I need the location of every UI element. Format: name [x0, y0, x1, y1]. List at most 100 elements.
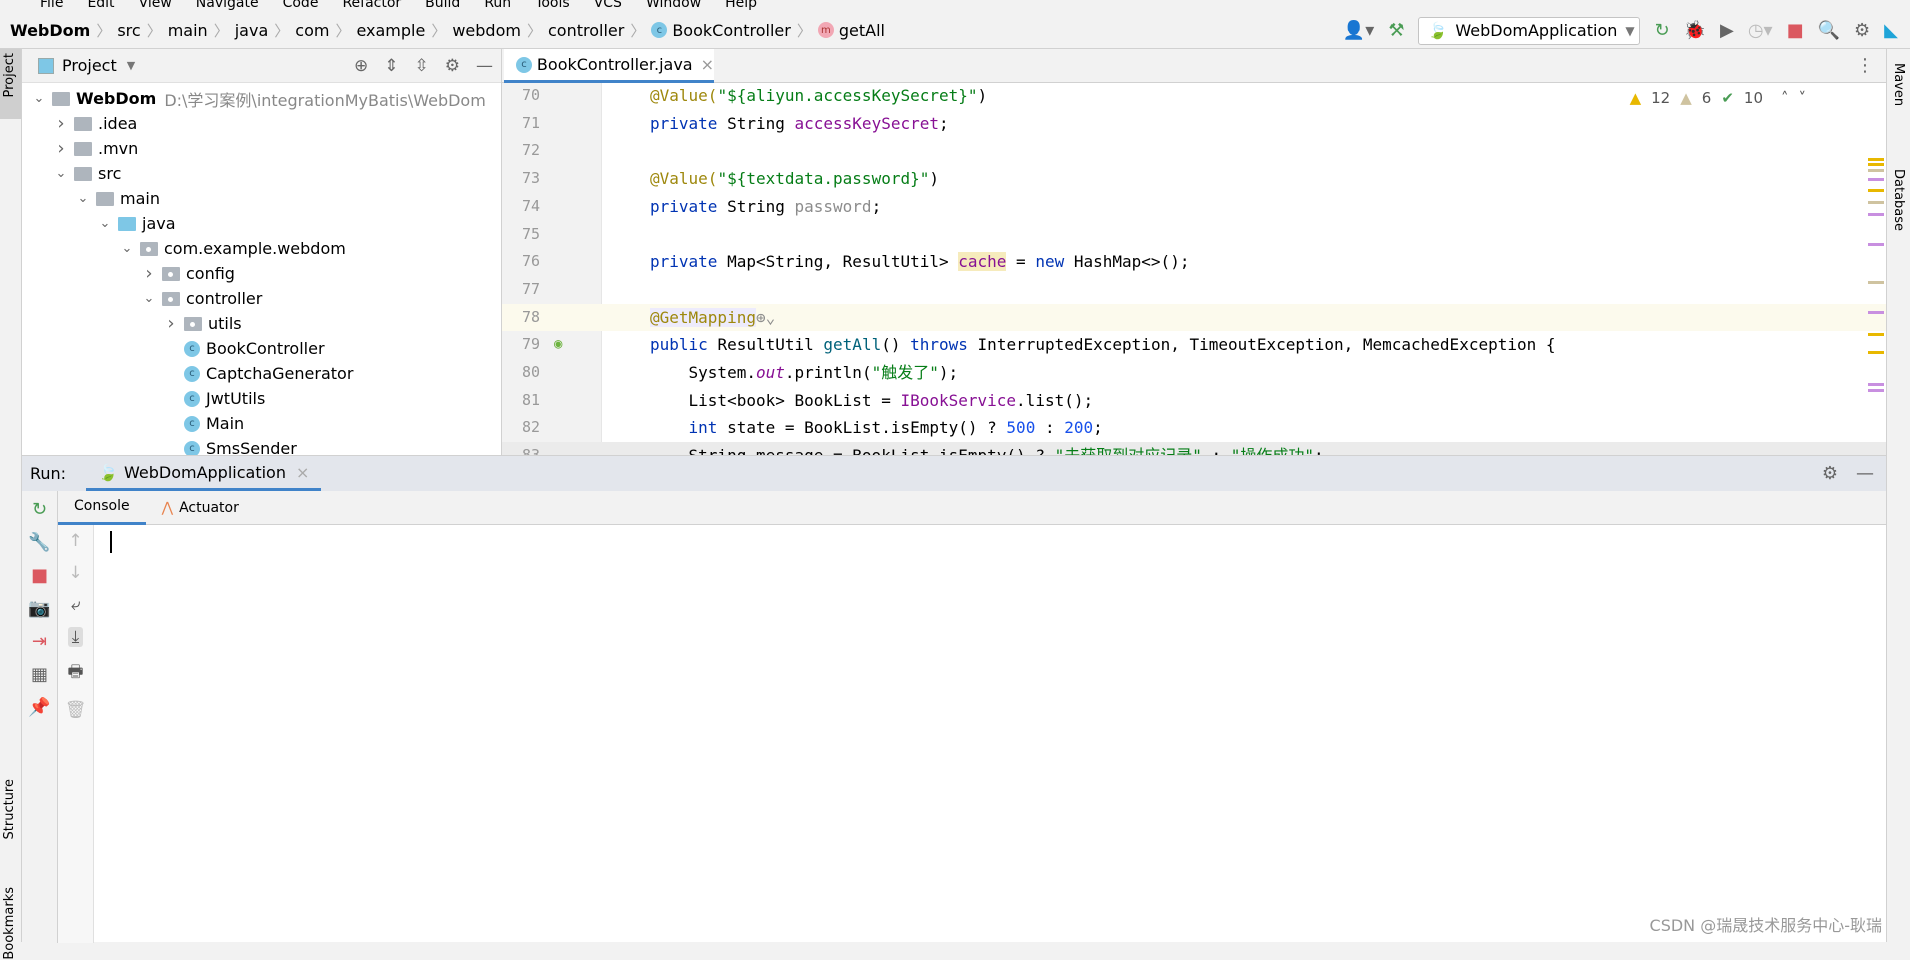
gear-icon[interactable]: ⚙	[1854, 20, 1870, 41]
code-line[interactable]: 75	[502, 221, 1886, 249]
arrow-up-icon[interactable]: ↑	[68, 531, 82, 551]
breadcrumb-item[interactable]: main	[168, 21, 208, 40]
code-line[interactable]: 77	[502, 276, 1886, 304]
menu-item-view[interactable]: View	[139, 0, 172, 11]
chevron-down-icon[interactable]: ˅	[1799, 89, 1807, 107]
code-line[interactable]: 82 int state = BookList.isEmpty() ? 500 …	[502, 414, 1886, 442]
tree-item[interactable]: ⌄ controller	[22, 286, 501, 311]
error-stripe-mark[interactable]	[1868, 389, 1884, 392]
database-tool-button[interactable]: Database	[1891, 169, 1906, 231]
stop-icon[interactable]: ■	[1787, 20, 1804, 41]
profiler-icon[interactable]: ◷▾	[1748, 20, 1773, 41]
tab-console[interactable]: Console	[58, 491, 146, 525]
search-icon[interactable]: 🔍	[1818, 20, 1840, 41]
arrow-down-icon[interactable]: ↓	[68, 563, 82, 583]
close-icon[interactable]: ×	[701, 55, 714, 74]
error-stripe-mark[interactable]	[1868, 243, 1884, 246]
chevron-up-icon[interactable]: ˄	[1781, 89, 1789, 107]
gear-icon[interactable]: ⚙	[445, 56, 460, 76]
chevron-down-icon[interactable]: ⌄	[74, 191, 92, 206]
error-stripe-mark[interactable]	[1868, 383, 1884, 386]
tree-item[interactable]: ⌄ src	[22, 161, 501, 186]
rerun-icon[interactable]: ↻	[1654, 20, 1669, 41]
tree-item[interactable]: › utils	[22, 311, 501, 336]
code-line[interactable]: 73 @Value("${textdata.password}")	[502, 165, 1886, 193]
breadcrumb-item[interactable]: controller	[548, 21, 624, 40]
structure-tool-button[interactable]: Structure	[2, 779, 17, 839]
tree-item[interactable]: ⌄ java	[22, 211, 501, 236]
error-stripe-mark[interactable]	[1868, 311, 1884, 314]
chevron-right-icon[interactable]: ›	[52, 113, 70, 134]
chevron-down-icon[interactable]: ⌄	[52, 166, 70, 181]
menu-item-window[interactable]: Window	[646, 0, 701, 11]
code-line[interactable]: 72	[502, 137, 1886, 165]
camera-icon[interactable]: 📷	[28, 598, 50, 619]
chevron-right-icon[interactable]: ›	[140, 263, 158, 284]
menu-item-vcs[interactable]: VCS	[594, 0, 622, 11]
gear-icon[interactable]: ⚙	[1822, 463, 1838, 484]
chevron-down-icon[interactable]: ⌄	[30, 91, 48, 106]
error-stripe[interactable]	[1864, 83, 1886, 455]
code-line[interactable]: 71 private String accessKeySecret;	[502, 110, 1886, 138]
scroll-to-end-icon[interactable]: ⤓	[67, 627, 84, 647]
error-stripe-mark[interactable]	[1868, 201, 1884, 204]
plugin-logo-icon[interactable]: ◣	[1884, 20, 1898, 41]
tree-item[interactable]: › config	[22, 261, 501, 286]
tree-item[interactable]: c JwtUtils	[22, 386, 501, 411]
breadcrumb-item[interactable]: c BookController	[651, 21, 791, 40]
tree-item[interactable]: ⌄ WebDom D:\学习案例\integrationMyBatis\WebDom	[22, 86, 501, 111]
coverage-icon[interactable]: ▶	[1720, 20, 1734, 41]
error-stripe-mark[interactable]	[1868, 169, 1884, 172]
error-stripe-mark[interactable]	[1868, 333, 1884, 336]
breadcrumb-item[interactable]: src	[117, 21, 140, 40]
maven-tool-button[interactable]: Maven	[1891, 63, 1906, 106]
debug-bug-icon[interactable]: 🐞	[1684, 20, 1706, 41]
expand-all-icon[interactable]: ⇕	[384, 56, 398, 76]
breadcrumb-item[interactable]: m getAll	[817, 21, 885, 40]
code-line[interactable]: 83 String message = BookList.isEmpty() ?…	[502, 442, 1886, 455]
code-line[interactable]: 74 private String password;	[502, 193, 1886, 221]
wrench-icon[interactable]: 🔧	[28, 532, 50, 553]
tab-actuator[interactable]: ⋀ Actuator	[146, 491, 255, 525]
trash-icon[interactable]: 🗑	[65, 700, 87, 720]
error-stripe-mark[interactable]	[1868, 178, 1884, 181]
chevron-down-icon[interactable]: ▼	[127, 59, 135, 72]
user-icon[interactable]: 👤▾	[1343, 20, 1374, 41]
build-hammer-icon[interactable]: ⚒	[1388, 20, 1404, 41]
breadcrumb-item[interactable]: webdom	[452, 21, 521, 40]
error-stripe-mark[interactable]	[1868, 158, 1884, 161]
chevron-right-icon[interactable]: ›	[162, 313, 180, 334]
stop-icon[interactable]: ■	[31, 565, 48, 586]
tree-item[interactable]: ⌄ com.example.webdom	[22, 236, 501, 261]
tree-item[interactable]: c CaptchaGenerator	[22, 361, 501, 386]
error-stripe-mark[interactable]	[1868, 213, 1884, 216]
minimize-icon[interactable]: —	[476, 56, 493, 76]
chevron-right-icon[interactable]: ›	[52, 138, 70, 159]
spring-endpoint-icon[interactable]: ◉	[554, 331, 562, 359]
console-output[interactable]	[94, 525, 1886, 942]
print-icon[interactable]: 🖶	[67, 659, 83, 688]
error-stripe-mark[interactable]	[1868, 163, 1884, 166]
code-area[interactable]: 70 @Value("${aliyun.accessKeySecret}") 71 p…	[502, 83, 1886, 455]
menu-item-tools[interactable]: Tools	[535, 0, 570, 11]
layout-icon[interactable]: ▦	[31, 664, 48, 685]
menu-item-code[interactable]: Code	[283, 0, 319, 11]
bookmarks-tool-button[interactable]: Bookmarks	[2, 887, 17, 960]
chevron-down-icon[interactable]: ⌄	[96, 216, 114, 231]
tree-item[interactable]: › .mvn	[22, 136, 501, 161]
collapse-all-icon[interactable]: ⇳	[415, 56, 429, 76]
menu-item-edit[interactable]: Edit	[87, 0, 114, 11]
inspection-widget[interactable]: ▲ 12 ▲ 6 ✔ 10 ˄ ˅	[1630, 89, 1806, 107]
minimize-icon[interactable]: —	[1856, 463, 1874, 484]
code-line[interactable]: 81 List<book> BookList = IBookService.li…	[502, 387, 1886, 415]
error-stripe-mark[interactable]	[1868, 281, 1884, 284]
code-line[interactable]: 80 System.out.println("触发了");	[502, 359, 1886, 387]
exit-icon[interactable]: ⇥	[32, 631, 47, 652]
tree-item[interactable]: ⌄ main	[22, 186, 501, 211]
error-stripe-mark[interactable]	[1868, 351, 1884, 354]
menu-item-refactor[interactable]: Refactor	[342, 0, 401, 11]
menu-item-file[interactable]: File	[40, 0, 63, 11]
more-options-icon[interactable]: ⋮	[1856, 55, 1874, 76]
breadcrumb-item[interactable]: java	[235, 21, 269, 40]
rerun-icon[interactable]: ↻	[32, 499, 47, 520]
